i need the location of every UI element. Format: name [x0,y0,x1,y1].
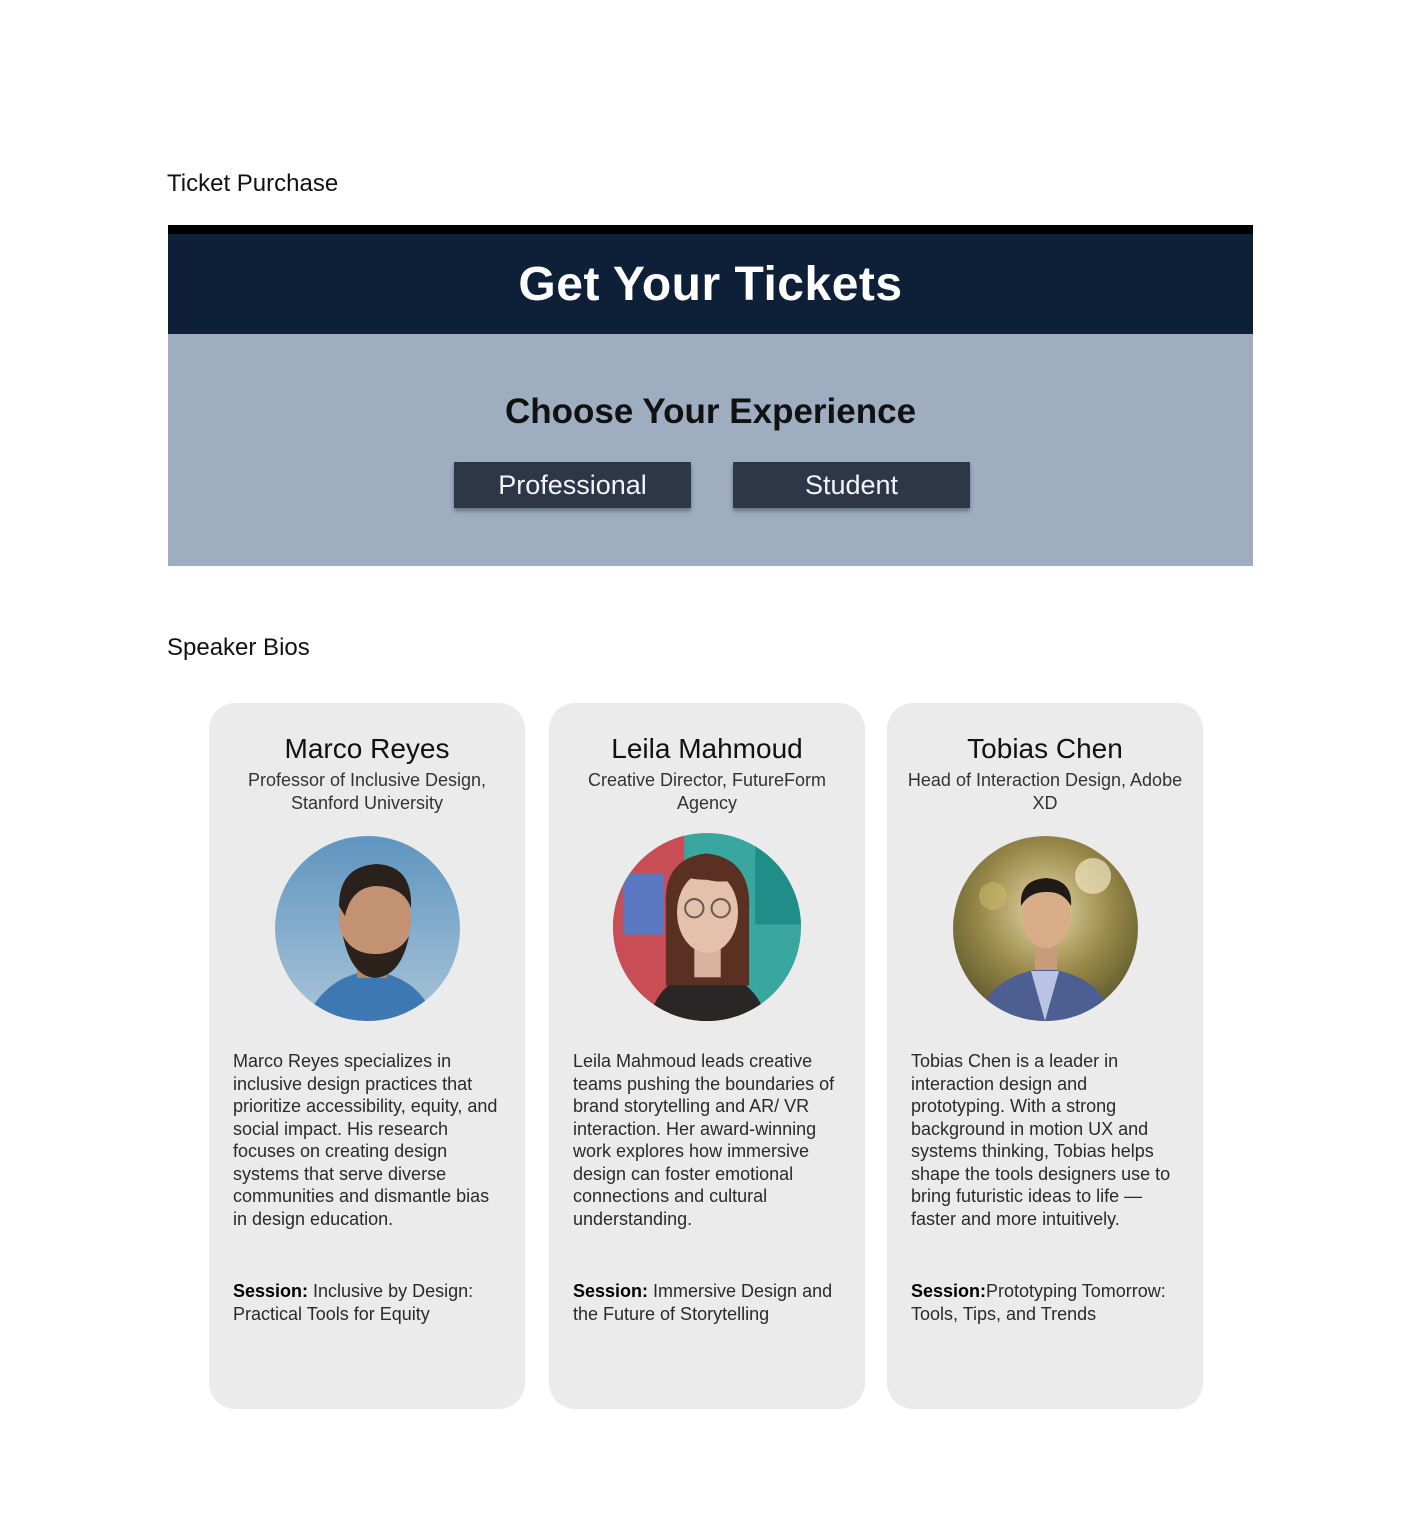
ticket-subtitle: Choose Your Experience [504,392,917,431]
speaker-bio: Leila Mahmoud leads creative teams pushi… [573,1051,835,1229]
speaker-bio: Tobias Chen is a leader in interaction d… [911,1051,1171,1229]
ticket-header: Get Your Tickets [168,225,1253,334]
speaker-card-tobias-chen: Tobias Chen Head of Interaction Design, … [887,703,1203,1409]
ticket-purchase-panel: Get Your Tickets Choose Your Experience … [168,225,1253,566]
speaker-photo [613,833,801,1021]
speaker-card-leila-mahmoud: Leila Mahmoud Creative Director, FutureF… [549,703,865,1409]
session-label: Session: [573,1281,649,1301]
speaker-photo [953,836,1138,1021]
speaker-role: Creative Director, FutureForm Agency [587,770,827,813]
speaker-role: Professor of Inclusive Design, Stanford … [247,770,487,813]
speaker-session: Session: Inclusive by Design: Practical … [233,1280,505,1325]
session-label: Session: [911,1281,987,1301]
speaker-session: Session:Prototyping Tomorrow: Tools, Tip… [911,1280,1183,1325]
professional-ticket-button[interactable]: Professional [454,462,691,508]
speaker-session: Session: Immersive Design and the Future… [573,1280,845,1325]
session-label: Session: [233,1281,309,1301]
ticket-body: Choose Your Experience Professional Stud… [168,334,1253,566]
speaker-name: Tobias Chen [967,733,1123,764]
speaker-name: Leila Mahmoud [611,733,803,764]
speaker-bio: Marco Reyes specializes in inclusive des… [233,1051,498,1229]
speaker-portrait-image [613,833,801,1021]
speaker-card-marco-reyes: Marco Reyes Professor of Inclusive Desig… [209,703,525,1409]
ticket-title: Get Your Tickets [518,257,903,311]
speaker-portrait-image [953,836,1138,1021]
speaker-bios-label: Speaker Bios [167,634,310,661]
speaker-portrait-image [275,836,460,1021]
speaker-role: Head of Interaction Design, Adobe XD [907,770,1183,813]
ticket-purchase-label: Ticket Purchase [167,170,339,197]
student-ticket-button[interactable]: Student [733,462,970,508]
speaker-photo [275,836,460,1021]
speaker-name: Marco Reyes [284,733,450,764]
